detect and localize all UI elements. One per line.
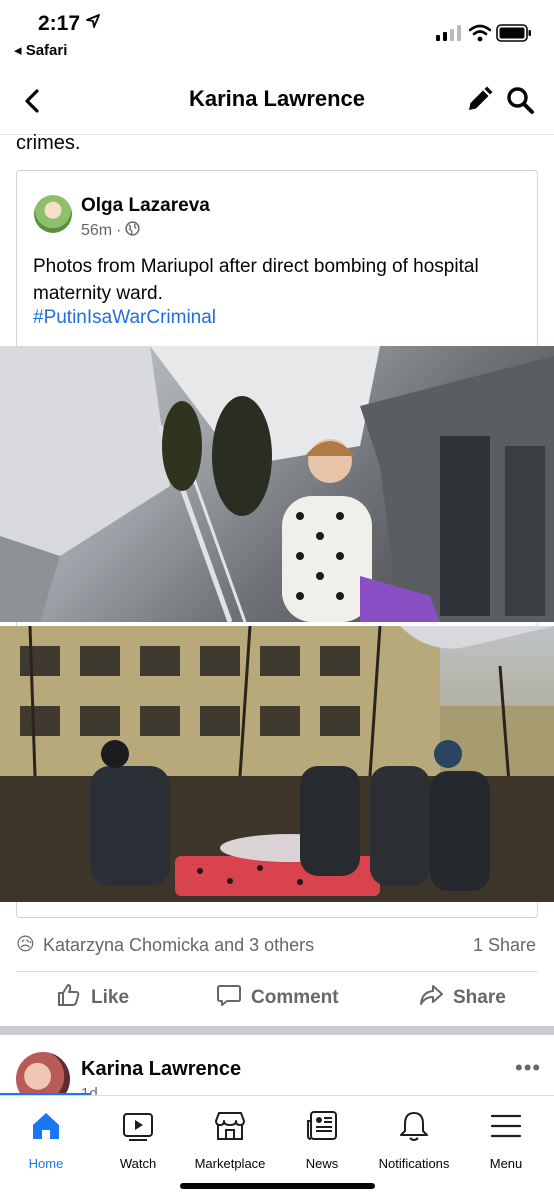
thumbs-up-icon — [56, 982, 82, 1014]
feed-separator — [0, 1026, 554, 1035]
search-icon[interactable] — [505, 85, 535, 120]
next-post-author[interactable]: Karina Lawrence — [81, 1058, 241, 1081]
edit-pencil-icon[interactable] — [464, 85, 494, 120]
share-arrow-icon — [418, 982, 444, 1014]
battery-icon — [496, 24, 532, 47]
comment-label: Comment — [251, 987, 339, 1008]
back-app-label: Safari — [25, 42, 68, 59]
tab-label: Menu — [489, 1156, 523, 1171]
tab-label: Watch — [119, 1156, 157, 1171]
tab-label: Marketplace — [194, 1156, 266, 1171]
post-timestamp[interactable]: 56m — [81, 222, 112, 240]
post-actions: Like Comment Share — [0, 982, 554, 1018]
status-time: 2:17 — [38, 12, 81, 35]
home-indicator — [180, 1183, 375, 1189]
hashtag-link[interactable]: #PutinIsaWarCriminal — [33, 307, 216, 329]
share-count[interactable]: 1 Share — [473, 935, 536, 956]
post-meta: 56m · — [81, 221, 141, 241]
share-button[interactable]: Share — [418, 982, 506, 1014]
post-photo-stretcher[interactable] — [0, 626, 554, 902]
marketplace-icon — [184, 1108, 276, 1144]
globe-icon — [125, 221, 141, 241]
more-options-icon[interactable]: ••• — [515, 1055, 541, 1081]
meta-dot: · — [116, 222, 122, 239]
tab-label: News — [305, 1156, 339, 1171]
post-photo-stairwell[interactable] — [0, 346, 554, 622]
back-to-app-link[interactable]: ◂ Safari — [14, 41, 67, 59]
tab-label: Notifications — [378, 1156, 450, 1171]
location-arrow-icon — [86, 14, 100, 33]
tab-home[interactable]: Home — [0, 1108, 92, 1171]
reactions-text[interactable]: Katarzyna Chomicka and 3 others — [43, 935, 314, 956]
menu-icon — [460, 1108, 552, 1144]
bell-icon — [368, 1108, 460, 1144]
tab-marketplace[interactable]: Marketplace — [184, 1108, 276, 1171]
previous-post-text: crimes. — [16, 132, 81, 154]
like-label: Like — [91, 987, 130, 1008]
cellular-signal-icon — [436, 25, 462, 46]
top-navigation-bar: Karina Lawrence — [0, 68, 554, 135]
share-label: Share — [453, 987, 506, 1008]
post-author-name[interactable]: Olga Lazareva — [81, 195, 210, 217]
tab-notifications[interactable]: Notifications — [368, 1108, 460, 1171]
tab-label: Home — [28, 1156, 64, 1171]
status-bar: 2:17 ◂ Safari — [0, 0, 554, 68]
comment-button[interactable]: Comment — [216, 982, 339, 1014]
like-button[interactable]: Like — [56, 982, 129, 1014]
news-icon — [276, 1108, 368, 1144]
home-icon — [0, 1108, 92, 1144]
tab-news[interactable]: News — [276, 1108, 368, 1171]
comment-bubble-icon — [216, 982, 242, 1014]
watch-icon — [92, 1108, 184, 1144]
tab-menu[interactable]: Menu — [460, 1108, 552, 1171]
avatar[interactable] — [34, 195, 72, 233]
reactions-summary[interactable]: 😥 Katarzyna Chomicka and 3 others 1 Shar… — [16, 934, 538, 960]
tab-watch[interactable]: Watch — [92, 1108, 184, 1171]
post-text: Photos from Mariupol after direct bombin… — [33, 256, 479, 304]
wifi-icon — [468, 24, 492, 47]
sad-reaction-icon: 😥 — [16, 934, 35, 954]
divider — [16, 971, 538, 972]
